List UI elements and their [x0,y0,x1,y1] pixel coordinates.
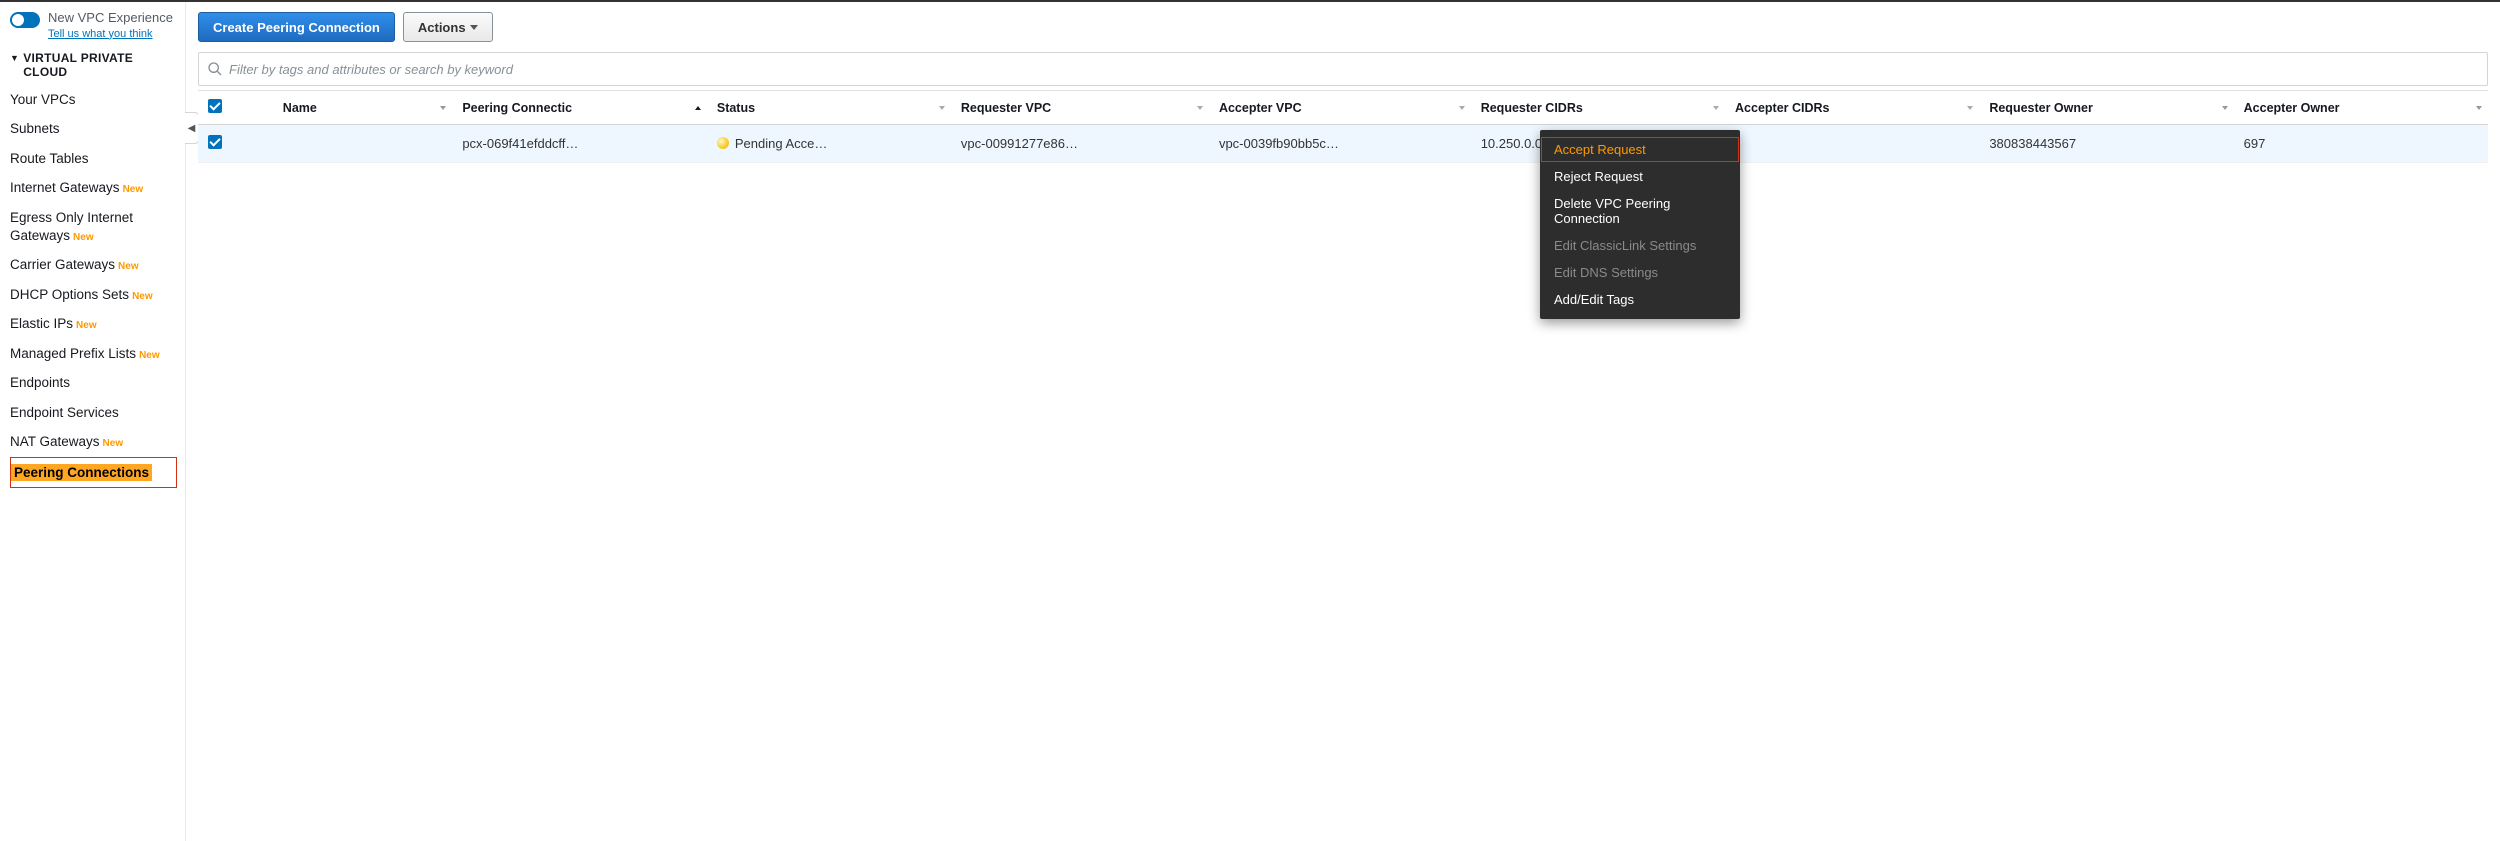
sort-caret-icon [2476,106,2482,110]
main-content: Create Peering Connection Actions NamePe… [186,2,2500,841]
search-icon [207,61,223,77]
cell [273,125,453,163]
new-badge: New [103,438,124,449]
col-header-accepter-cidrs[interactable]: Accepter CIDRs [1725,91,1979,125]
sidebar-item-label: Peering Connections [11,464,152,481]
sidebar-item-label: DHCP Options Sets [10,287,129,302]
sidebar-item-dhcp-options-sets[interactable]: DHCP Options SetsNew [10,280,177,310]
toggle-new-experience[interactable] [10,12,40,28]
sidebar-item-label: Subnets [10,121,60,136]
status-dot-icon [717,137,729,149]
sidebar-section-header[interactable]: ▼ VIRTUAL PRIVATE CLOUD [10,51,177,79]
sort-caret-icon [2222,106,2228,110]
sidebar: New VPC Experience Tell us what you thin… [0,2,186,841]
column-menu-icon [1967,106,1973,110]
context-item-delete-vpc-peering-connection[interactable]: Delete VPC Peering Connection [1540,190,1740,232]
cell: vpc-00991277e86… [951,125,1209,163]
new-experience-title: New VPC Experience [48,10,173,25]
sidebar-item-label: Route Tables [10,151,89,166]
tell-us-link[interactable]: Tell us what you think [48,28,173,41]
peering-table: NamePeering ConnecticStatusRequester VPC… [198,90,2488,163]
new-badge: New [123,184,144,195]
context-item-add-edit-tags[interactable]: Add/Edit Tags [1540,286,1740,313]
actions-button[interactable]: Actions [403,12,493,42]
col-header-requester-cidrs[interactable]: Requester CIDRs [1471,91,1725,125]
table-row[interactable]: pcx-069f41efddcff… Pending Acce… vpc-00991… [198,125,2488,163]
column-menu-icon [939,106,945,110]
sidebar-item-your-vpcs[interactable]: Your VPCs [10,85,177,115]
row-checkbox[interactable] [208,135,222,149]
cell: vpc-0039fb90bb5c… [1209,125,1471,163]
sort-asc-icon [695,106,701,110]
sidebar-item-endpoint-services[interactable]: Endpoint Services [10,398,177,428]
new-badge: New [76,320,97,331]
new-vpc-experience: New VPC Experience Tell us what you thin… [10,10,177,41]
column-menu-icon [1197,106,1203,110]
sidebar-item-label: Endpoint Services [10,405,119,420]
sidebar-item-subnets[interactable]: Subnets [10,114,177,144]
sidebar-item-peering-connections[interactable]: Peering Connections [10,457,177,489]
sidebar-item-route-tables[interactable]: Route Tables [10,144,177,174]
context-item-reject-request[interactable]: Reject Request [1540,163,1740,190]
cell: 697 [2234,125,2488,163]
sidebar-item-label: Carrier Gateways [10,257,115,272]
col-header-requester-vpc[interactable]: Requester VPC [951,91,1209,125]
filter-input[interactable] [229,62,2479,77]
chevron-down-icon: ▼ [10,53,19,63]
toolbar: Create Peering Connection Actions [198,12,2488,42]
new-badge: New [139,350,160,361]
sidebar-item-label: Elastic IPs [10,316,73,331]
context-item-edit-dns-settings: Edit DNS Settings [1540,259,1740,286]
column-menu-icon [1713,106,1719,110]
new-badge: New [73,232,94,243]
cell: pcx-069f41efddcff… [452,125,707,163]
chevron-down-icon [470,25,478,30]
sidebar-item-label: Your VPCs [10,92,76,107]
sidebar-item-egress-only-internet-gateways[interactable]: Egress Only Internet GatewaysNew [10,203,177,250]
sidebar-nav: Your VPCs Subnets Route Tables Internet Gat… [10,85,177,489]
col-header-name[interactable]: Name [273,91,453,125]
sort-caret-icon [440,106,446,110]
sidebar-item-managed-prefix-lists[interactable]: Managed Prefix ListsNew [10,339,177,369]
filter-bar [198,52,2488,86]
context-item-edit-classiclink-settings: Edit ClassicLink Settings [1540,232,1740,259]
checkbox-icon [208,99,222,113]
col-header-accepter-owner[interactable]: Accepter Owner [2234,91,2488,125]
sidebar-item-label: Internet Gateways [10,180,120,195]
sidebar-item-endpoints[interactable]: Endpoints [10,368,177,398]
create-peering-button[interactable]: Create Peering Connection [198,12,395,42]
select-all-header[interactable] [198,91,273,125]
column-menu-icon [1459,106,1465,110]
sidebar-item-carrier-gateways[interactable]: Carrier GatewaysNew [10,250,177,280]
sidebar-item-label: NAT Gateways [10,434,100,449]
sidebar-item-nat-gateways[interactable]: NAT GatewaysNew [10,427,177,457]
status-text: Pending Acce… [735,136,828,151]
col-header-accepter-vpc[interactable]: Accepter VPC [1209,91,1471,125]
cell: Pending Acce… [707,125,951,163]
new-badge: New [132,291,153,302]
sidebar-item-elastic-ips[interactable]: Elastic IPsNew [10,309,177,339]
cell: - [1725,125,1979,163]
col-header-status[interactable]: Status [707,91,951,125]
new-badge: New [118,261,139,272]
sidebar-item-label: Endpoints [10,375,70,390]
col-header-peering-connectic[interactable]: Peering Connectic [452,91,707,125]
col-header-requester-owner[interactable]: Requester Owner [1979,91,2233,125]
sidebar-item-label: Managed Prefix Lists [10,346,136,361]
context-item-accept-request[interactable]: Accept Request [1540,136,1740,163]
sidebar-item-internet-gateways[interactable]: Internet GatewaysNew [10,173,177,203]
context-menu: Accept RequestReject RequestDelete VPC P… [1540,130,1740,319]
cell: 380838443567 [1979,125,2233,163]
sidebar-item-label: Egress Only Internet Gateways [10,210,133,243]
